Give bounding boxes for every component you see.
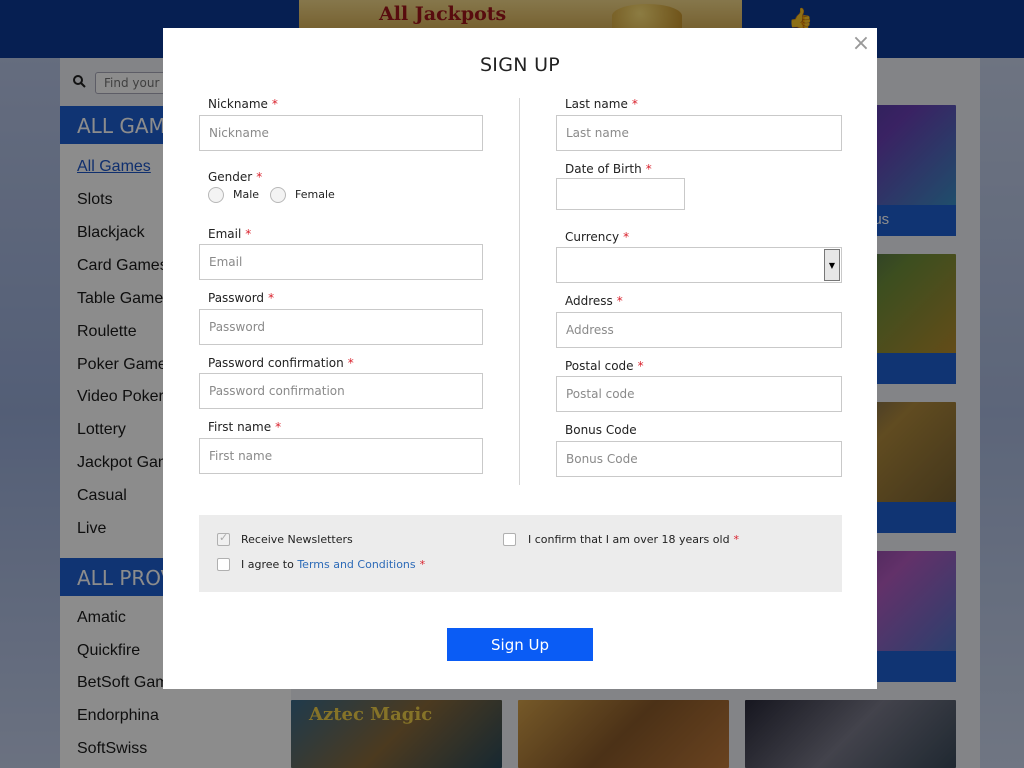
close-icon[interactable]: × <box>851 33 871 55</box>
chevron-down-icon[interactable]: ▼ <box>824 249 840 281</box>
email-field[interactable] <box>199 244 483 280</box>
password-field[interactable] <box>199 309 483 345</box>
address-field[interactable] <box>556 312 842 348</box>
terms-link[interactable]: Terms and Conditions <box>297 558 415 571</box>
bonus-code-field[interactable] <box>556 441 842 477</box>
modal-title: SIGN UP <box>479 54 561 76</box>
address-label: Address * <box>565 294 623 308</box>
terms-checkbox[interactable] <box>217 558 230 571</box>
gender-female-label: Female <box>295 188 335 201</box>
password-label: Password * <box>208 291 275 305</box>
first-name-label: First name * <box>208 420 282 434</box>
age-confirm-label: I confirm that I am over 18 years old * <box>528 533 740 546</box>
currency-label: Currency * <box>565 230 630 244</box>
postal-code-label: Postal code * <box>565 359 644 373</box>
signup-modal: × SIGN UP Nickname* Gender* Male Female … <box>163 28 877 689</box>
age-confirm-checkbox[interactable] <box>503 533 516 546</box>
bonus-code-label: Bonus Code <box>565 423 637 437</box>
gender-male-label: Male <box>233 188 260 201</box>
newsletters-label: Receive Newsletters <box>241 533 353 546</box>
postal-code-field[interactable] <box>556 376 842 412</box>
first-name-field[interactable] <box>199 438 483 474</box>
agreements-panel: Receive Newsletters I agree to Terms and… <box>199 515 842 592</box>
password-confirmation-label: Password confirmation * <box>208 356 354 370</box>
nickname-field[interactable] <box>199 115 483 151</box>
gender-label: Gender * <box>208 170 263 184</box>
last-name-field[interactable] <box>556 115 842 151</box>
date-of-birth-label: Date of Birth * <box>565 162 652 176</box>
nickname-label: Nickname * <box>208 97 278 111</box>
gender-male-radio[interactable] <box>208 187 224 203</box>
newsletters-checkbox[interactable] <box>217 531 230 546</box>
currency-select[interactable]: ▼ <box>556 247 842 283</box>
email-label: Email * <box>208 227 252 241</box>
sign-up-button[interactable]: Sign Up <box>447 628 593 661</box>
column-divider <box>519 98 520 485</box>
terms-label: I agree to Terms and Conditions * <box>241 558 426 571</box>
date-of-birth-field[interactable] <box>556 178 685 210</box>
last-name-label: Last name * <box>565 97 638 111</box>
password-confirmation-field[interactable] <box>199 373 483 409</box>
gender-female-radio[interactable] <box>270 187 286 203</box>
